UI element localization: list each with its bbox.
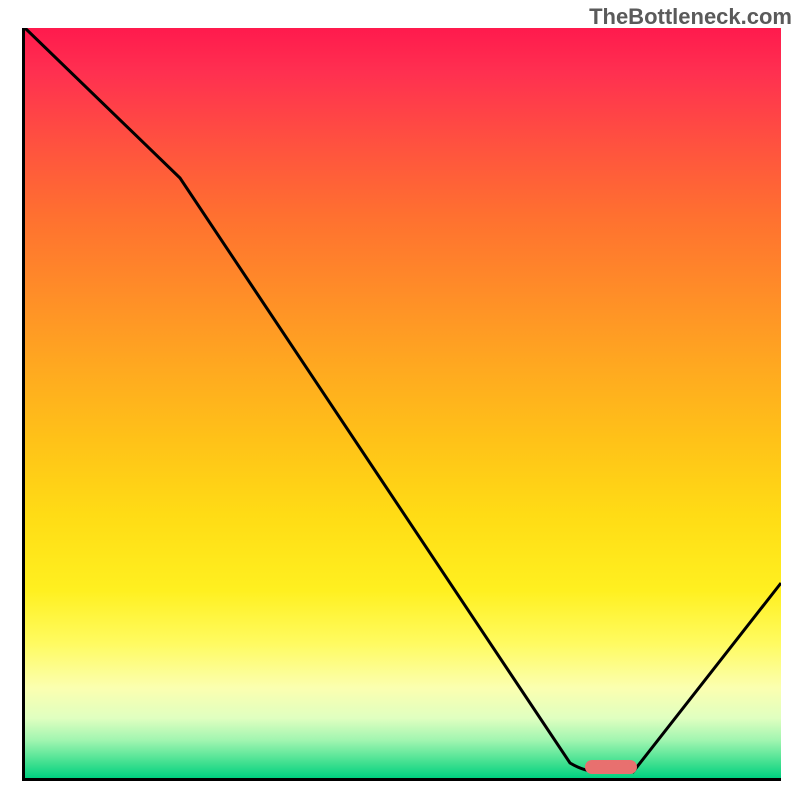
bottleneck-curve-path (25, 28, 781, 772)
optimal-range-marker (585, 760, 637, 774)
watermark-text: TheBottleneck.com (589, 4, 792, 30)
curve-layer (25, 28, 781, 778)
chart-container: TheBottleneck.com (0, 0, 800, 800)
plot-area (22, 28, 781, 781)
